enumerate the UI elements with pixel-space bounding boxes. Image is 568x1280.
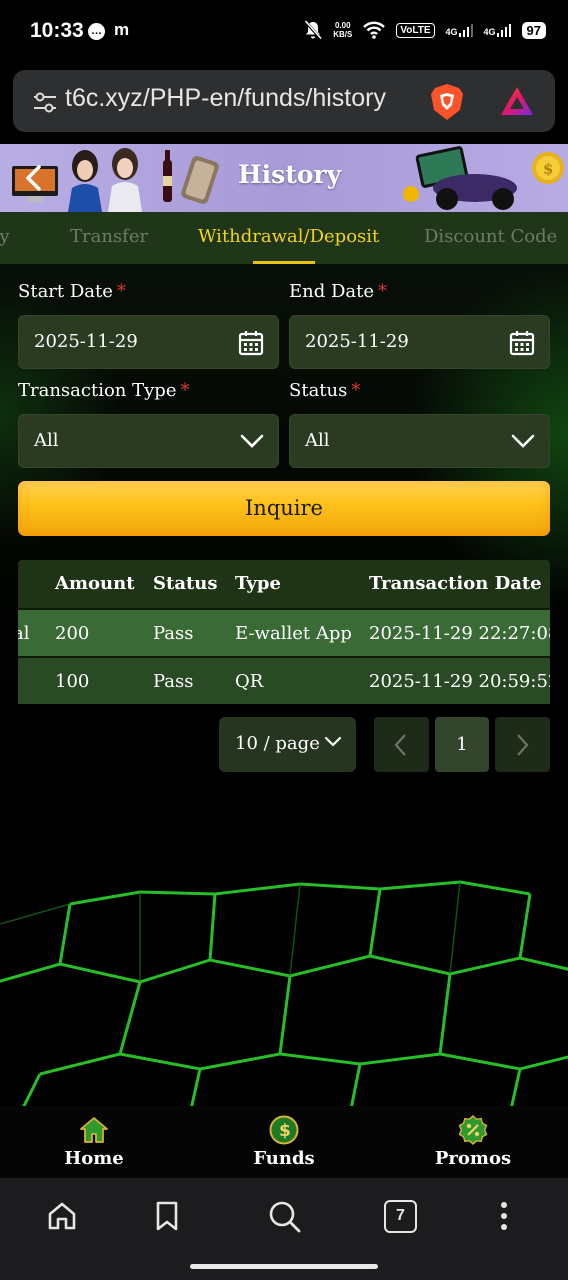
table-row[interactable]: 100 Pass QR 2025-11-29 20:59:52 <box>18 656 550 704</box>
transaction-type-label: Transaction Type * <box>18 380 190 401</box>
chevron-left-icon <box>394 734 406 756</box>
history-tabs: History Transfer Withdrawal/Deposit Disc… <box>0 212 568 264</box>
status-bar: 10:33 … m 0.00 KB/S VoLTE 4G 4G 97 <box>0 0 568 64</box>
cell-date: 2025-11-29 20:59:52 <box>369 671 550 692</box>
active-tab-indicator <box>253 261 315 264</box>
cell-amount: 100 <box>55 671 90 692</box>
gesture-handle[interactable] <box>190 1264 378 1269</box>
clock: 10:33 <box>30 19 84 42</box>
funds-history-page: $ History History Transfer Withdrawal/De… <box>0 144 568 1106</box>
inquire-button[interactable]: Inquire <box>18 481 550 536</box>
inquire-label: Inquire <box>245 496 323 520</box>
wifi-icon <box>363 21 386 39</box>
home-icon <box>80 1117 108 1143</box>
percent-badge-icon <box>458 1115 488 1145</box>
svg-text:$: $ <box>279 1121 291 1141</box>
chevron-down-icon <box>324 736 342 747</box>
end-date-picker[interactable]: 2025-11-29 <box>289 315 550 369</box>
bookmark-icon[interactable] <box>154 1200 180 1232</box>
more-menu-icon[interactable] <box>498 1200 510 1232</box>
page-title: History <box>238 160 342 189</box>
hex-grid-background <box>0 864 568 1106</box>
col-amount: Amount <box>55 573 135 594</box>
table-header: Amount Status Type Transaction Date <box>18 560 550 608</box>
transaction-type-select[interactable]: All <box>18 414 279 468</box>
status-label: Status * <box>289 380 361 401</box>
cell-status: Pass <box>153 671 194 692</box>
cell-lead: al <box>18 623 30 644</box>
tabs-counter-button[interactable]: 7 <box>384 1200 417 1233</box>
cell-status: Pass <box>153 623 194 644</box>
calendar-icon <box>238 331 264 356</box>
cell-type: QR <box>235 671 264 692</box>
nav-home[interactable]: Home <box>29 1106 159 1178</box>
end-date-value: 2025-11-29 <box>305 331 409 352</box>
address-field[interactable]: t6c.xyz/PHP-en/funds/history <box>13 70 555 132</box>
tab-withdrawal-deposit[interactable]: Withdrawal/Deposit <box>198 226 379 247</box>
prev-page-button[interactable] <box>374 717 429 772</box>
start-date-value: 2025-11-29 <box>34 331 138 352</box>
table-row[interactable]: al 200 Pass E-wallet App 2025-11-29 22:2… <box>18 608 550 656</box>
tab-history[interactable]: History <box>0 226 10 247</box>
search-icon[interactable] <box>268 1200 302 1234</box>
browser-url-bar: t6c.xyz/PHP-en/funds/history <box>0 64 568 144</box>
brave-shield-icon[interactable] <box>430 83 464 121</box>
cell-date: 2025-11-29 22:27:08 <box>369 623 550 644</box>
page-size-select[interactable]: 10 / page <box>219 717 356 772</box>
tab-transfer[interactable]: Transfer <box>70 226 148 247</box>
status-value: All <box>305 430 330 451</box>
next-page-button[interactable] <box>495 717 550 772</box>
chevron-right-icon <box>517 734 529 756</box>
nav-promos[interactable]: Promos <box>408 1106 538 1178</box>
status-select[interactable]: All <box>289 414 550 468</box>
transaction-table: Amount Status Type Transaction Date al 2… <box>18 560 550 704</box>
svg-text:$: $ <box>543 160 553 178</box>
site-settings-icon[interactable] <box>33 92 57 114</box>
start-date-picker[interactable]: 2025-11-29 <box>18 315 279 369</box>
nav-funds[interactable]: $ Funds <box>219 1106 349 1178</box>
bell-muted-icon <box>304 20 323 40</box>
chat-bubble-icon: … <box>88 23 105 40</box>
page-number-current[interactable]: 1 <box>435 717 489 772</box>
transaction-type-value: All <box>34 430 59 451</box>
page-size-value: 10 / page <box>235 733 320 754</box>
signal-sim1-icon: 4G <box>446 23 473 37</box>
signal-sim2-icon: 4G <box>484 23 511 37</box>
battery-indicator: 97 <box>521 21 546 39</box>
col-status: Status <box>153 573 218 594</box>
end-date-label: End Date * <box>289 281 388 302</box>
col-type: Type <box>235 573 281 594</box>
rewards-triangle-icon[interactable] <box>499 85 535 117</box>
back-arrow-icon[interactable] <box>22 164 46 192</box>
cell-type: E-wallet App <box>235 623 352 644</box>
calendar-icon <box>509 331 535 356</box>
tab-discount-code[interactable]: Discount Code <box>424 226 557 247</box>
network-speed: 0.00 KB/S <box>333 21 353 39</box>
chevron-down-icon <box>511 434 535 448</box>
col-transaction-date: Transaction Date <box>369 573 542 594</box>
chevron-down-icon <box>240 434 264 448</box>
url-text[interactable]: t6c.xyz/PHP-en/funds/history <box>65 84 415 113</box>
start-date-label: Start Date * <box>18 281 126 302</box>
app-bottom-nav: Home $ Funds Promos <box>0 1106 568 1178</box>
cell-amount: 200 <box>55 623 90 644</box>
volte-badge: VoLTE <box>396 22 435 38</box>
carrier-icon: m <box>114 20 130 39</box>
page-header-banner: $ History <box>0 144 568 212</box>
dollar-coin-icon: $ <box>269 1115 299 1145</box>
home-icon[interactable] <box>46 1200 78 1232</box>
